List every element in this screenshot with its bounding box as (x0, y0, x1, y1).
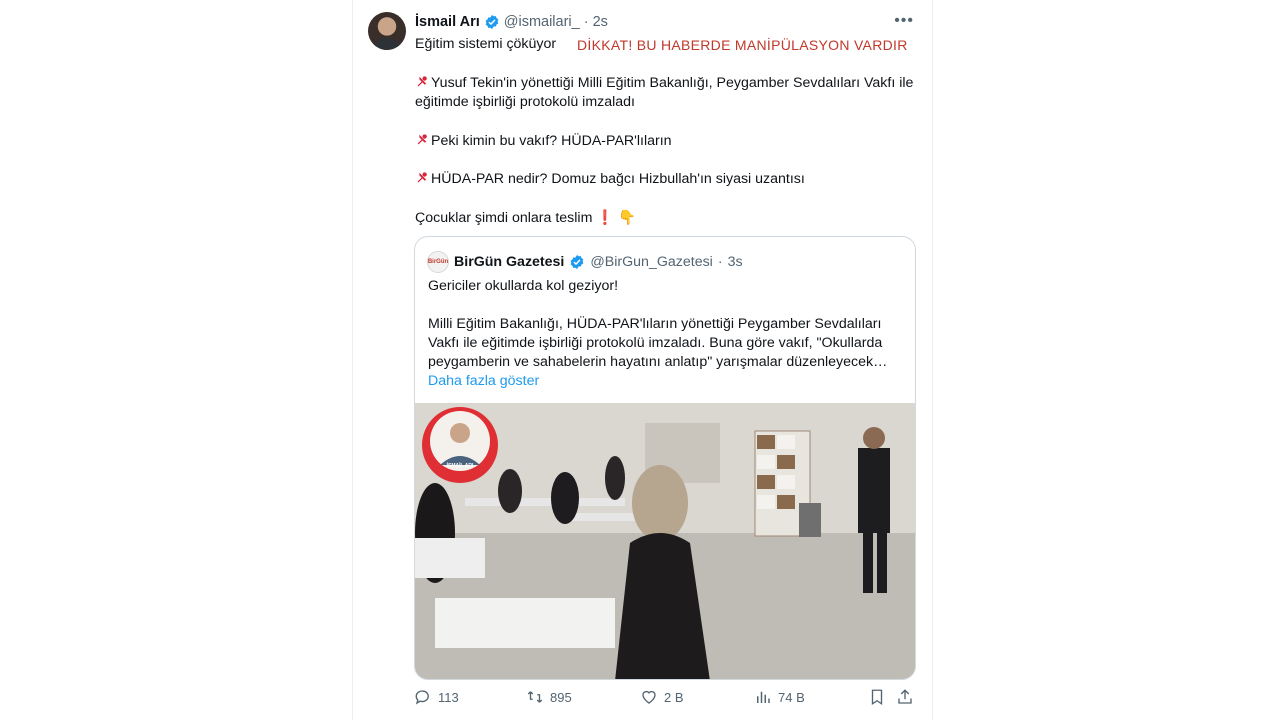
tweet-actions-bar: 113 895 2 B 74 B (414, 688, 916, 712)
tweet-line-2: Yusuf Tekin'in yönettiği Milli Eğitim Ba… (415, 74, 915, 113)
show-more-link[interactable]: Daha fazla göster (428, 372, 904, 391)
quoted-tweet-time[interactable]: 3s (728, 254, 743, 270)
quoted-tweet-photo[interactable]: İSMAİL ARI (415, 403, 915, 679)
reply-icon (415, 690, 429, 705)
author-avatar[interactable] (368, 12, 406, 50)
timeline-border-right (932, 0, 933, 720)
retweet-button[interactable]: 895 (526, 688, 572, 706)
pointing-down-icon: 👇 (617, 209, 636, 226)
tweet-line-5: Çocuklar şimdi onlara teslim ❗ 👇 (415, 209, 915, 229)
tweet-line-5-text: Çocuklar şimdi onlara teslim (415, 209, 593, 226)
tweet-line-3-text: Peki kimin bu vakıf? HÜDA-PAR'lıların (431, 132, 672, 149)
more-icon[interactable]: ••• (894, 12, 914, 30)
pin-icon (417, 133, 427, 144)
quoted-tweet-title: Gericiler okullarda kol geziyor! (428, 278, 619, 294)
like-button[interactable]: 2 B (640, 688, 684, 706)
separator-dot: · (717, 254, 723, 270)
quoted-tweet-text: Gericiler okullarda kol geziyor! Milli E… (428, 277, 904, 391)
timeline-border-left (352, 0, 353, 720)
pin-icon (417, 75, 427, 86)
tweet-line-2-text: Yusuf Tekin'in yönettiği Milli Eğitim Ba… (415, 74, 914, 111)
verified-badge-icon (571, 255, 584, 269)
reply-count: 113 (438, 689, 459, 705)
retweet-icon (527, 691, 543, 703)
tweet-text: Eğitim sistemi çöküyor Yusuf Tekin'in yö… (415, 35, 915, 228)
manipulation-warning-overlay: DİKKAT! BU HABERDE MANİPÜLASYON VARDIR (577, 37, 908, 53)
separator-dot: · (583, 14, 589, 30)
verified-badge-icon (485, 15, 499, 29)
quoted-tweet-body: Milli Eğitim Bakanlığı, HÜDA-PAR'lıların… (428, 316, 888, 370)
classroom-photo-illustration (415, 403, 915, 679)
share-button[interactable] (896, 688, 914, 706)
pin-icon (417, 172, 427, 183)
bookmark-button[interactable] (868, 688, 886, 706)
quoted-tweet[interactable]: BirGün BirGün Gazetesi @BirGun_Gazetesi … (414, 236, 916, 680)
quoted-author-avatar[interactable]: BirGün (427, 251, 449, 273)
like-count: 2 B (664, 689, 684, 705)
share-icon (898, 689, 912, 704)
exclamation-icon: ❗ (596, 209, 615, 226)
quoted-author-name[interactable]: BirGün Gazetesi (454, 254, 564, 270)
tweet-header: İsmail Arı @ismailari_ · 2s (415, 12, 608, 32)
quoted-author-handle[interactable]: @BirGun_Gazetesi (590, 254, 712, 270)
author-name[interactable]: İsmail Arı (415, 14, 480, 30)
tweet-line-4-text: HÜDA-PAR nedir? Domuz bağcı Hizbullah'ın… (431, 171, 805, 187)
tweet-line-4: HÜDA-PAR nedir? Domuz bağcı Hizbullah'ın… (415, 170, 915, 190)
views-button[interactable]: 74 B (754, 688, 805, 706)
tweet-time[interactable]: 2s (593, 14, 608, 30)
retweet-count: 895 (550, 689, 572, 705)
tweet-line-3: Peki kimin bu vakıf? HÜDA-PAR'lıların (415, 132, 915, 152)
like-icon (642, 690, 656, 704)
views-icon (757, 691, 770, 703)
quoted-tweet-header: BirGün BirGün Gazetesi @BirGun_Gazetesi … (427, 251, 743, 273)
author-handle[interactable]: @ismailari_ (504, 14, 580, 30)
bookmark-icon (871, 689, 883, 706)
reply-button[interactable]: 113 (414, 688, 459, 706)
photo-caption: İSMAİL ARI (446, 463, 474, 469)
views-count: 74 B (778, 689, 805, 705)
